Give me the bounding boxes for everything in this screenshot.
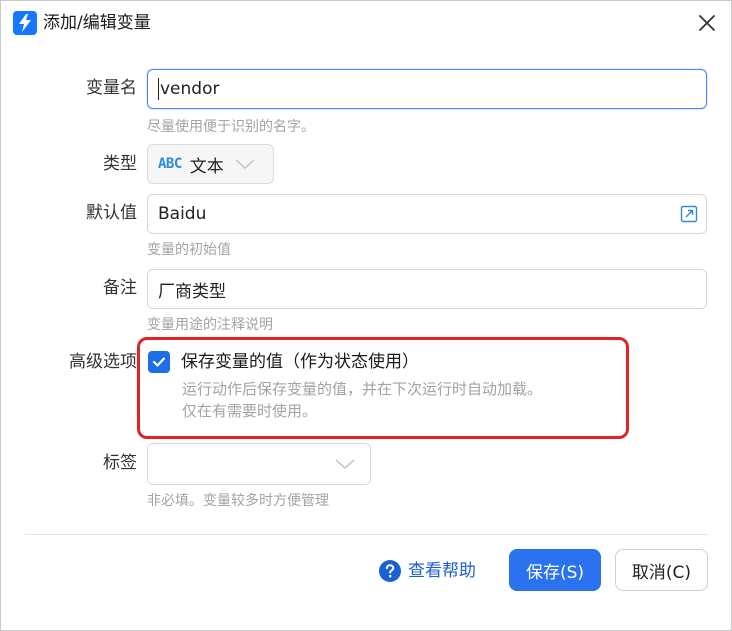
checkmark-icon	[152, 357, 166, 367]
cancel-button[interactable]: 取消(C)	[615, 549, 708, 591]
advanced-label: 高级选项	[69, 352, 137, 372]
advanced-desc-line2: 仅在有需要时使用。	[182, 402, 318, 420]
lightning-app-icon	[13, 11, 37, 35]
chevron-down-icon	[235, 159, 255, 170]
name-input-value: vendor	[160, 79, 220, 99]
tags-help: 非必填。变量较多时方便管理	[147, 493, 329, 509]
default-label: 默认值	[86, 203, 137, 223]
default-help: 变量的初始值	[147, 242, 231, 258]
type-label: 类型	[103, 154, 137, 174]
expand-editor-icon[interactable]	[680, 205, 698, 223]
variable-dialog: 添加/编辑变量 变量名 vendor 尽量使用便于识别的名字。 类型 ABC 文…	[0, 0, 732, 631]
abc-icon: ABC	[158, 156, 182, 172]
default-input[interactable]: Baidu	[147, 194, 707, 234]
name-label: 变量名	[86, 78, 137, 98]
name-input[interactable]: vendor	[147, 69, 707, 109]
tags-select[interactable]	[147, 443, 371, 485]
name-help: 尽量使用便于识别的名字。	[147, 119, 315, 135]
note-input[interactable]: 厂商类型	[147, 269, 707, 309]
default-input-value: Baidu	[158, 204, 207, 224]
help-link-text[interactable]: 查看帮助	[408, 559, 476, 583]
note-input-value: 厂商类型	[158, 281, 226, 302]
save-button[interactable]: 保存(S)	[509, 549, 601, 591]
dialog-title: 添加/编辑变量	[43, 13, 151, 33]
type-value: 文本	[189, 156, 224, 177]
type-select[interactable]: ABC 文本	[147, 144, 274, 184]
help-link[interactable]: 查看帮助	[378, 559, 476, 583]
save-value-checkbox-label[interactable]: 保存变量的值（作为状态使用）	[181, 350, 419, 374]
note-label: 备注	[103, 278, 137, 298]
close-button[interactable]	[693, 9, 721, 37]
title-bar: 添加/编辑变量	[1, 1, 731, 45]
save-value-checkbox[interactable]	[148, 351, 170, 373]
question-circle-icon	[379, 560, 401, 582]
text-caret	[158, 78, 159, 100]
tags-label: 标签	[103, 453, 137, 473]
advanced-desc-line1: 运行动作后保存变量的值，并在下次运行时自动加载。	[182, 380, 543, 398]
note-help: 变量用途的注释说明	[147, 317, 273, 333]
footer-divider	[25, 534, 709, 535]
close-icon	[699, 15, 715, 31]
chevron-down-icon	[335, 459, 355, 470]
